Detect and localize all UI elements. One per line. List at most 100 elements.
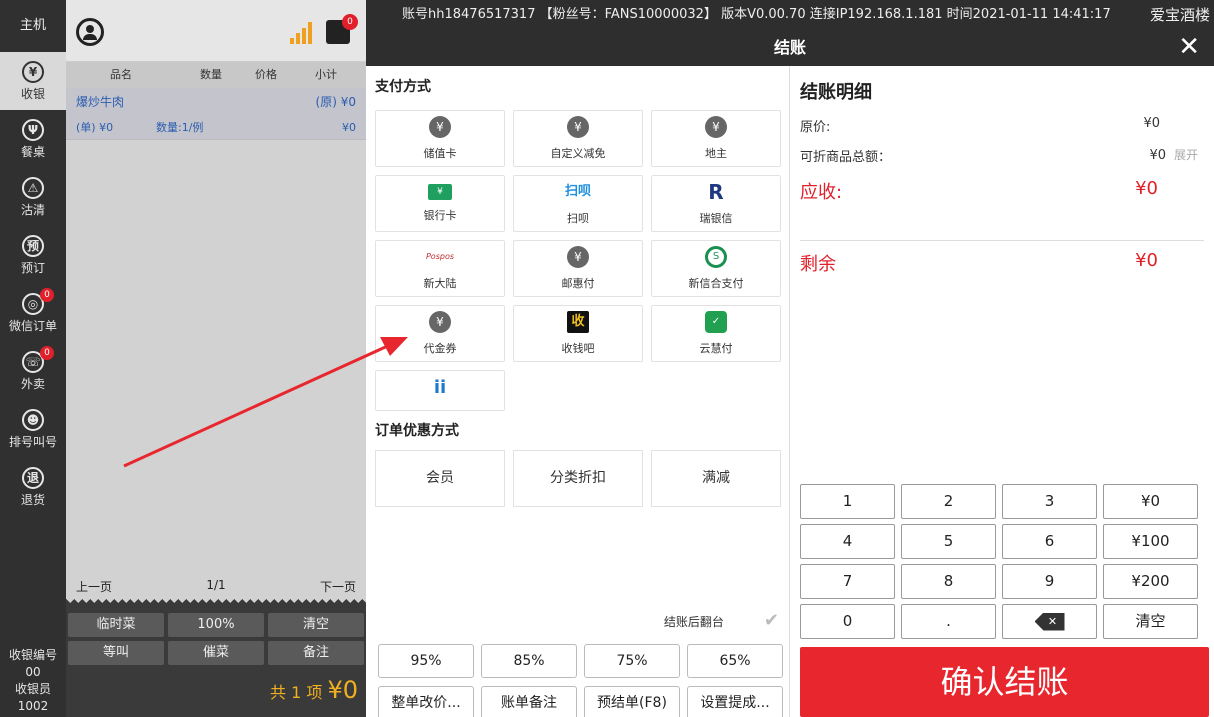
takeout-badge: 0 bbox=[40, 346, 54, 360]
close-icon[interactable]: ✕ bbox=[1178, 30, 1200, 64]
cashier-no-label: 收银编号 bbox=[8, 648, 57, 662]
pay-youhuifu[interactable]: ¥ 邮惠付 bbox=[513, 240, 643, 297]
action-buttons: 整单改价... 账单备注 预结单(F8) 设置提成... bbox=[378, 686, 783, 717]
printer-badge: 0 bbox=[342, 14, 358, 30]
key-4[interactable]: 4 bbox=[800, 524, 895, 559]
user-avatar-icon[interactable] bbox=[76, 18, 104, 46]
pay-yunhuifu[interactable]: ✓ 云慧付 bbox=[651, 305, 781, 362]
percent-75-button[interactable]: 75% bbox=[584, 644, 680, 678]
pay-voucher[interactable]: ¥ 代金券 bbox=[375, 305, 505, 362]
rush-button[interactable]: 催菜 bbox=[168, 641, 264, 665]
pay-label: 代金券 bbox=[423, 342, 457, 355]
order-total: 共 1 项 ¥0 bbox=[270, 676, 358, 704]
fork-icon: Ψ bbox=[22, 118, 44, 141]
nav-wechat-orders[interactable]: ◎ 微信订单 0 bbox=[0, 284, 66, 342]
saobei-icon: 扫呗 bbox=[564, 184, 591, 199]
key-8[interactable]: 8 bbox=[901, 564, 996, 599]
pay-dizhu[interactable]: ¥ 地主 bbox=[651, 110, 781, 167]
nav-soldout[interactable]: ⚠ 沽清 bbox=[0, 168, 66, 226]
pay-shouqianba[interactable]: 收收钱吧 bbox=[513, 305, 643, 362]
nav-label: 外卖 bbox=[20, 376, 45, 391]
percent-button[interactable]: 100% bbox=[168, 613, 264, 637]
nav-reserve[interactable]: 预预订 bbox=[0, 226, 66, 284]
full-reduction-button[interactable]: 满减 bbox=[651, 450, 781, 507]
pay-stored-card[interactable]: ¥ 储值卡 bbox=[375, 110, 505, 167]
backspace-key[interactable]: ✕ bbox=[1002, 604, 1097, 639]
key-yen-200[interactable]: ¥200 bbox=[1103, 564, 1198, 599]
orig-label: 原价: bbox=[800, 120, 831, 135]
key-clear[interactable]: 清空 bbox=[1103, 604, 1198, 639]
pay-newland[interactable]: Pospos 新大陆 bbox=[375, 240, 505, 297]
key-6[interactable]: 6 bbox=[1002, 524, 1097, 559]
item-subtotal: ¥0 bbox=[342, 121, 356, 134]
pay-label: 瑞银信 bbox=[699, 212, 733, 225]
category-discount-button[interactable]: 分类折扣 bbox=[513, 450, 643, 507]
nav-takeout[interactable]: ☏ 外卖 0 bbox=[0, 342, 66, 400]
pre-bill-button[interactable]: 预结单(F8) bbox=[584, 686, 680, 717]
key-dot[interactable]: . bbox=[901, 604, 996, 639]
percent-95-button[interactable]: 95% bbox=[378, 644, 474, 678]
temp-dish-button[interactable]: 临时菜 bbox=[68, 613, 164, 637]
member-discount-button[interactable]: 会员 bbox=[375, 450, 505, 507]
clear-order-button[interactable]: 清空 bbox=[268, 613, 364, 637]
col-price: 价格 bbox=[255, 68, 277, 81]
wait-call-button[interactable]: 等叫 bbox=[68, 641, 164, 665]
order-item-row[interactable]: 爆炒牛肉 (原) ¥0 bbox=[66, 88, 366, 116]
nav-return[interactable]: 退退货 bbox=[0, 458, 66, 516]
host-label: 主机 bbox=[19, 18, 46, 33]
discount-title: 订单优惠方式 bbox=[375, 423, 459, 439]
keypad: 1 2 3 ¥0 4 5 6 ¥100 7 8 9 ¥200 0 . ✕ 清空 bbox=[800, 484, 1198, 639]
orig-value: ¥0 bbox=[1143, 116, 1160, 131]
key-yen-100[interactable]: ¥100 bbox=[1103, 524, 1198, 559]
cashier-id: 1002 bbox=[17, 699, 49, 713]
bill-note-button[interactable]: 账单备注 bbox=[481, 686, 577, 717]
divider bbox=[800, 240, 1204, 241]
percent-85-button[interactable]: 85% bbox=[481, 644, 577, 678]
pay-xinxinhe[interactable]: S 新信合支付 bbox=[651, 240, 781, 297]
nav-queue[interactable]: ☻ 排号叫号 bbox=[0, 400, 66, 458]
next-page-button[interactable]: 下一页 bbox=[320, 578, 356, 595]
pay-saobei[interactable]: 扫呗 扫呗 bbox=[513, 175, 643, 232]
expand-link[interactable]: 展开 bbox=[1174, 148, 1198, 162]
account: 账号hh18476517317 bbox=[402, 7, 536, 22]
yen-icon: ¥ bbox=[22, 60, 44, 83]
due-label: 应收: bbox=[800, 182, 843, 203]
confirm-checkout-button[interactable]: 确认结账 bbox=[800, 647, 1209, 717]
yen-icon: ¥ bbox=[567, 116, 589, 138]
change-price-button[interactable]: 整单改价... bbox=[378, 686, 474, 717]
nav-label: 预订 bbox=[20, 260, 45, 275]
nav-tables[interactable]: Ψ 餐桌 bbox=[0, 110, 66, 168]
note-button[interactable]: 备注 bbox=[268, 641, 364, 665]
pay-extra[interactable]: ii bbox=[375, 370, 505, 411]
key-2[interactable]: 2 bbox=[901, 484, 996, 519]
nav-label: 餐桌 bbox=[20, 144, 45, 159]
pager: 上一页 1/1 下一页 bbox=[66, 578, 366, 595]
pay-label: 扫呗 bbox=[567, 212, 589, 225]
prev-page-button[interactable]: 上一页 bbox=[76, 578, 112, 595]
pay-bank-card[interactable]: ¥ 银行卡 bbox=[375, 175, 505, 232]
flip-table-toggle[interactable]: 结账后翻台 ✔ bbox=[664, 610, 779, 631]
key-yen-0[interactable]: ¥0 bbox=[1103, 484, 1198, 519]
percent-65-button[interactable]: 65% bbox=[687, 644, 783, 678]
commission-button[interactable]: 设置提成... bbox=[687, 686, 783, 717]
pay-label: 云慧付 bbox=[699, 342, 733, 355]
pay-label: 银行卡 bbox=[423, 209, 457, 222]
key-9[interactable]: 9 bbox=[1002, 564, 1097, 599]
left-nav: 主机 ¥ 收银 Ψ 餐桌 ⚠ 沽清 预预订 ◎ 微信订单 0 ☏ 外卖 0 ☻ 排号叫号 退退货… bbox=[0, 0, 66, 717]
key-7[interactable]: 7 bbox=[800, 564, 895, 599]
key-5[interactable]: 5 bbox=[901, 524, 996, 559]
nav-cashier[interactable]: ¥ 收银 bbox=[0, 52, 66, 110]
due-value: ¥0 bbox=[1135, 178, 1158, 199]
yen-icon: ¥ bbox=[429, 116, 451, 138]
pay-ruiyinxin[interactable]: R 瑞银信 bbox=[651, 175, 781, 232]
yen-icon: ¥ bbox=[429, 311, 451, 333]
total-prefix: 共 bbox=[269, 683, 286, 702]
key-0[interactable]: 0 bbox=[800, 604, 895, 639]
pay-label: 新信合支付 bbox=[688, 277, 744, 290]
key-1[interactable]: 1 bbox=[800, 484, 895, 519]
nav-label: 沽清 bbox=[20, 202, 45, 217]
order-item-detail[interactable]: (单) ¥0 数量:1/例 ¥0 bbox=[66, 116, 366, 140]
key-3[interactable]: 3 bbox=[1002, 484, 1097, 519]
total-amount: ¥0 bbox=[327, 676, 358, 704]
pay-custom-discount[interactable]: ¥ 自定义减免 bbox=[513, 110, 643, 167]
